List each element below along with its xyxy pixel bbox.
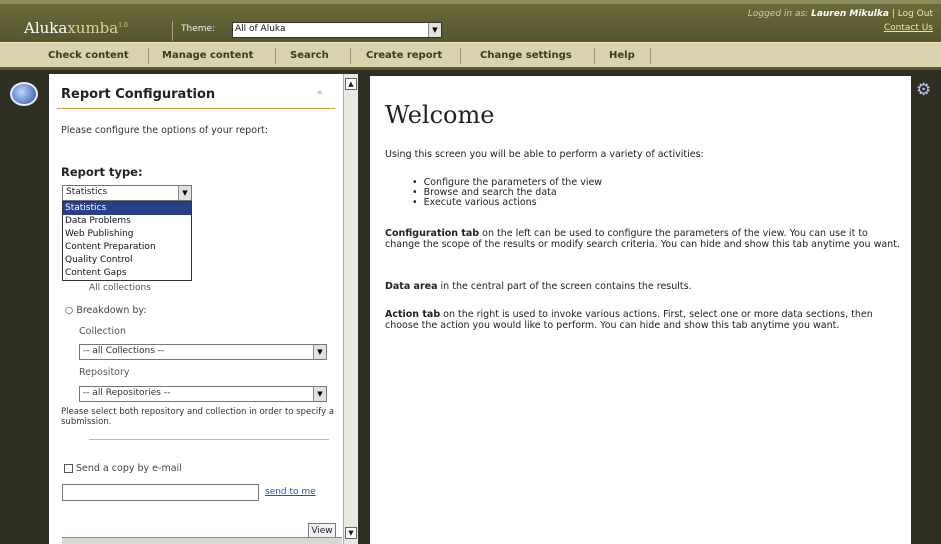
theme-select-value: All of Aluka	[235, 24, 286, 34]
scroll-down-icon[interactable]: ▼	[345, 527, 357, 539]
section-divider	[89, 439, 329, 440]
nav-separator	[594, 48, 595, 64]
nav-separator	[460, 48, 461, 64]
config-scrollbar[interactable]: ▲ ▼	[343, 74, 358, 544]
list-item: Execute various actions	[412, 198, 602, 208]
data-area-text: in the central part of the screen contai…	[437, 281, 692, 292]
logo-sub: xumba	[67, 19, 119, 37]
dropdown-option[interactable]: Data Problems	[63, 215, 191, 228]
collection-label: Collection	[79, 326, 126, 337]
dropdown-option[interactable]: Quality Control	[63, 254, 191, 267]
action-tab-description: Action tab on the right is used to invok…	[385, 309, 901, 331]
report-type-label: Report type:	[61, 165, 143, 179]
config-intro: Please configure the options of your rep…	[61, 125, 268, 136]
action-tab-text: on the right is used to invoke various a…	[385, 309, 873, 331]
page-title: Welcome	[385, 101, 495, 129]
dropdown-option[interactable]: Statistics	[63, 202, 191, 215]
nav-separator	[148, 48, 149, 64]
config-tab-description: Configuration tab on the left can be use…	[385, 228, 901, 250]
logo-version: 1.0	[118, 22, 128, 29]
theme-label: Theme:	[181, 24, 216, 34]
contact-link[interactable]: Contact Us	[884, 23, 933, 33]
nav-manage-content[interactable]: Manage content	[162, 50, 253, 61]
breakdown-radio[interactable]: ○ Breakdown by:	[65, 305, 147, 316]
report-type-dropdown: Statistics Data Problems Web Publishing …	[62, 201, 192, 281]
chevron-down-icon[interactable]: ▼	[428, 23, 441, 37]
activities-list: Configure the parameters of the view Bro…	[412, 178, 602, 208]
email-checkbox[interactable]	[64, 464, 73, 473]
main-nav: Check content Manage content Search Crea…	[0, 42, 941, 70]
report-config-panel: Report Configuration « Please configure …	[49, 74, 343, 544]
help-text: Please select both repository and collec…	[61, 407, 335, 427]
dropdown-option[interactable]: Web Publishing	[63, 228, 191, 241]
nav-separator	[650, 48, 651, 64]
report-type-select[interactable]: Statistics ▼	[62, 185, 192, 201]
all-collections-option[interactable]: All collections	[89, 283, 151, 293]
dropdown-option[interactable]: Content Gaps	[63, 267, 191, 280]
gear-icon[interactable]: ⚙	[916, 80, 931, 100]
horizontal-scrollbar[interactable]	[62, 537, 342, 544]
nav-check-content[interactable]: Check content	[48, 50, 129, 61]
data-area-term: Data area	[385, 281, 438, 292]
collection-select[interactable]: -- all Collections -- ▼	[79, 344, 327, 360]
repository-value: -- all Repositories --	[83, 388, 171, 398]
send-to-me-link[interactable]: send to me	[265, 487, 316, 497]
action-tab-term: Action tab	[385, 309, 441, 320]
top-header: Alukaxumba1.0 Theme: All of Aluka ▼ Logg…	[0, 0, 941, 42]
chevron-down-icon[interactable]: ▼	[178, 186, 191, 200]
nav-create-report[interactable]: Create report	[366, 50, 442, 61]
theme-select[interactable]: All of Aluka ▼	[232, 22, 442, 38]
repository-label: Repository	[79, 367, 130, 378]
collapse-icon[interactable]: «	[317, 88, 323, 98]
logo-main: Aluka	[24, 19, 68, 37]
login-prefix: Logged in as:	[747, 9, 809, 19]
nav-search[interactable]: Search	[290, 50, 329, 61]
repository-select[interactable]: -- all Repositories -- ▼	[79, 386, 327, 402]
main-content: Welcome Using this screen you will be ab…	[370, 76, 911, 544]
collection-value: -- all Collections --	[83, 346, 165, 356]
intro-text: Using this screen you will be able to pe…	[385, 149, 704, 160]
data-area-description: Data area in the central part of the scr…	[385, 281, 901, 292]
nav-change-settings[interactable]: Change settings	[480, 50, 572, 61]
chevron-down-icon[interactable]: ▼	[313, 387, 326, 401]
email-field[interactable]	[62, 484, 259, 501]
scroll-up-icon[interactable]: ▲	[345, 78, 357, 90]
login-user: Lauren Mikulka	[811, 9, 889, 19]
nav-help[interactable]: Help	[609, 50, 635, 61]
logout-link[interactable]: | Log Out	[892, 9, 933, 19]
header-divider	[172, 21, 173, 41]
config-tab-icon[interactable]	[10, 82, 38, 106]
config-title: Report Configuration	[61, 87, 216, 102]
email-copy-option[interactable]: Send a copy by e-mail	[64, 463, 182, 474]
dropdown-option[interactable]: Content Preparation	[63, 241, 191, 254]
config-tab-term: Configuration tab	[385, 228, 480, 239]
nav-separator	[275, 48, 276, 64]
chevron-down-icon[interactable]: ▼	[313, 345, 326, 359]
title-divider	[57, 108, 335, 109]
report-type-value: Statistics	[66, 187, 108, 197]
breakdown-label: Breakdown by:	[76, 305, 147, 316]
email-label: Send a copy by e-mail	[76, 463, 182, 474]
app-logo: Alukaxumba1.0	[24, 19, 128, 37]
nav-separator	[350, 48, 351, 64]
login-status: Logged in as: Lauren Mikulka | Log Out	[748, 9, 933, 19]
radio-icon[interactable]: ○	[65, 305, 73, 316]
